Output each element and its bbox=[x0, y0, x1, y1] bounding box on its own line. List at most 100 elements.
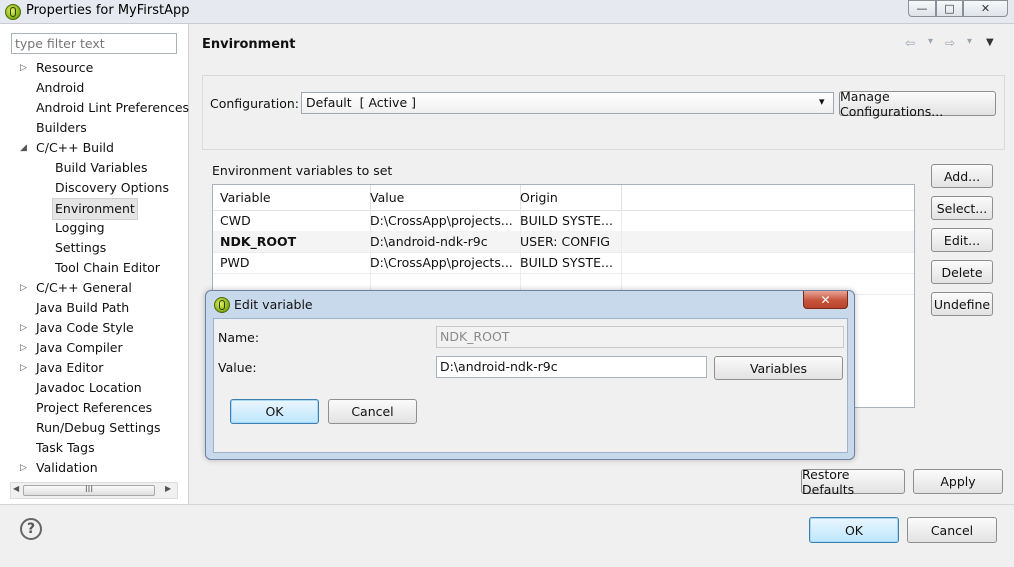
sidebar-item-label: Logging bbox=[55, 220, 105, 235]
sidebar-item-label: Build Variables bbox=[55, 160, 148, 175]
apply-button[interactable]: Apply bbox=[913, 469, 1003, 494]
sidebar-item-c-c-general[interactable]: ▷ C/C++ General bbox=[0, 278, 189, 298]
sidebar-item-build-variables[interactable]: Build Variables bbox=[0, 158, 189, 178]
name-label: Name: bbox=[218, 330, 260, 345]
title-bar: Properties for MyFirstApp — □ ✕ bbox=[0, 0, 1014, 24]
configuration-group: Configuration: Default [ Active ] ▾ Mana… bbox=[202, 75, 1005, 150]
sidebar-item-validation[interactable]: ▷ Validation bbox=[0, 458, 189, 478]
manage-configurations-button[interactable]: Manage Configurations... bbox=[839, 89, 996, 119]
cancel-button[interactable]: Cancel bbox=[907, 517, 997, 543]
cell-origin: BUILD SYSTE... bbox=[513, 210, 622, 231]
filter-input[interactable] bbox=[11, 33, 177, 54]
column-header-filler bbox=[614, 185, 914, 211]
env-vars-label: Environment variables to set bbox=[212, 163, 393, 178]
sidebar-item-label: Resource bbox=[36, 60, 94, 75]
scroll-right-icon[interactable]: ▶ bbox=[165, 484, 171, 493]
table-row-selected[interactable]: NDK_ROOT D:\android-ndk-r9c USER: CONFIG bbox=[213, 231, 914, 253]
sidebar-item-run-debug-settings[interactable]: Run/Debug Settings bbox=[0, 418, 189, 438]
undefine-button[interactable]: Undefine bbox=[931, 292, 993, 316]
column-header-value[interactable]: Value bbox=[363, 185, 521, 211]
minimize-button[interactable]: — bbox=[908, 0, 936, 17]
collapsed-arrow-icon[interactable]: ▷ bbox=[20, 358, 30, 378]
sidebar-item-java-build-path[interactable]: Java Build Path bbox=[0, 298, 189, 318]
dialog-app-icon bbox=[214, 297, 230, 313]
sidebar-item-android-lint-preferences[interactable]: Android Lint Preferences bbox=[0, 98, 189, 118]
sidebar-item-java-compiler[interactable]: ▷ Java Compiler bbox=[0, 338, 189, 358]
back-menu-icon[interactable]: ▾ bbox=[928, 36, 933, 47]
collapsed-arrow-icon[interactable]: ▷ bbox=[20, 318, 30, 338]
tree-horizontal-scrollbar[interactable]: ◀ III ▶ bbox=[10, 482, 178, 499]
sidebar-item-label: Java Compiler bbox=[36, 340, 123, 355]
sidebar-item-label: Java Editor bbox=[36, 360, 104, 375]
help-icon[interactable]: ? bbox=[20, 518, 42, 540]
sidebar-item-logging[interactable]: Logging bbox=[0, 218, 189, 238]
value-field[interactable]: D:\android-ndk-r9c bbox=[436, 356, 707, 378]
sidebar-item-label: Tool Chain Editor bbox=[55, 260, 160, 275]
scroll-grip-icon: III bbox=[85, 485, 93, 495]
scroll-left-icon[interactable]: ◀ bbox=[13, 484, 19, 493]
sidebar-item-project-references[interactable]: Project References bbox=[0, 398, 189, 418]
expanded-arrow-icon[interactable]: ◢ bbox=[20, 138, 30, 158]
delete-button[interactable]: Delete bbox=[931, 260, 993, 284]
chevron-down-icon: ▾ bbox=[819, 95, 825, 108]
page-title: Environment bbox=[202, 37, 296, 52]
sidebar-item-environment[interactable]: Environment bbox=[0, 198, 189, 220]
sidebar-item-discovery-options[interactable]: Discovery Options bbox=[0, 178, 189, 198]
sidebar-item-settings[interactable]: Settings bbox=[0, 238, 189, 258]
property-page-tree-panel: ▷ Resource Android Android Lint Preferences… bbox=[0, 24, 189, 504]
table-row[interactable]: CWD D:\CrossApp\projects... BUILD SYSTE.… bbox=[213, 210, 914, 232]
dialog-cancel-button[interactable]: Cancel bbox=[328, 399, 417, 424]
collapsed-arrow-icon[interactable]: ▷ bbox=[20, 58, 30, 78]
sidebar-item-label: Run/Debug Settings bbox=[36, 420, 161, 435]
table-row[interactable]: PWD D:\CrossApp\projects... BUILD SYSTE.… bbox=[213, 252, 914, 274]
sidebar-item-c-c-build[interactable]: ◢ C/C++ Build bbox=[0, 138, 189, 158]
cell-value: D:\android-ndk-r9c bbox=[363, 231, 521, 252]
edit-button[interactable]: Edit... bbox=[931, 228, 993, 252]
cell-value: D:\CrossApp\projects... bbox=[363, 210, 521, 231]
sidebar-item-builders[interactable]: Builders bbox=[0, 118, 189, 138]
back-icon[interactable]: ⇦ bbox=[905, 36, 915, 50]
sidebar-item-label: Android Lint Preferences bbox=[36, 100, 190, 115]
column-header-origin[interactable]: Origin bbox=[513, 185, 622, 211]
scroll-thumb[interactable]: III bbox=[23, 485, 155, 496]
collapsed-arrow-icon[interactable]: ▷ bbox=[20, 338, 30, 358]
configuration-select[interactable]: Default [ Active ] ▾ bbox=[301, 92, 834, 114]
add-button[interactable]: Add... bbox=[931, 164, 993, 188]
name-field: NDK_ROOT bbox=[436, 326, 844, 348]
sidebar-item-label: Environment bbox=[52, 198, 138, 220]
column-header-variable[interactable]: Variable bbox=[213, 185, 371, 211]
sidebar-item-label: Java Build Path bbox=[36, 300, 130, 315]
cell-origin: BUILD SYSTE... bbox=[513, 252, 622, 273]
collapsed-arrow-icon[interactable]: ▷ bbox=[20, 458, 30, 478]
edit-variable-dialog: Edit variable ✕ Name: NDK_ROOT Value: D:… bbox=[205, 290, 855, 460]
ok-button[interactable]: OK bbox=[809, 517, 899, 543]
forward-icon[interactable]: ⇨ bbox=[945, 36, 955, 50]
sidebar-item-java-editor[interactable]: ▷ Java Editor bbox=[0, 358, 189, 378]
configuration-select-value: Default [ Active ] bbox=[306, 95, 416, 110]
sidebar-item-task-tags[interactable]: Task Tags bbox=[0, 438, 189, 458]
sidebar-item-android[interactable]: Android bbox=[0, 78, 189, 98]
view-menu-icon[interactable]: ▼ bbox=[986, 37, 994, 48]
sidebar-item-label: Discovery Options bbox=[55, 180, 169, 195]
select-button[interactable]: Select... bbox=[931, 196, 993, 220]
dialog-body: Name: NDK_ROOT Value: D:\android-ndk-r9c… bbox=[213, 318, 848, 453]
maximize-button[interactable]: □ bbox=[936, 0, 963, 17]
sidebar-item-label: C/C++ Build bbox=[36, 140, 114, 155]
sidebar-item-tool-chain-editor[interactable]: Tool Chain Editor bbox=[0, 258, 189, 278]
sidebar-item-resource[interactable]: ▷ Resource bbox=[0, 58, 189, 78]
cell-value: D:\CrossApp\projects... bbox=[363, 252, 521, 273]
forward-menu-icon[interactable]: ▾ bbox=[967, 36, 972, 47]
dialog-ok-button[interactable]: OK bbox=[230, 399, 319, 424]
cell-variable: PWD bbox=[213, 252, 371, 273]
restore-defaults-button[interactable]: Restore Defaults bbox=[801, 467, 905, 497]
dialog-title: Edit variable bbox=[234, 297, 313, 312]
sidebar-item-label: Validation bbox=[36, 460, 98, 475]
collapsed-arrow-icon[interactable]: ▷ bbox=[20, 278, 30, 298]
sidebar-item-label: Task Tags bbox=[36, 440, 95, 455]
sidebar-item-java-code-style[interactable]: ▷ Java Code Style bbox=[0, 318, 189, 338]
close-button[interactable]: ✕ bbox=[963, 0, 1008, 17]
sidebar-item-javadoc-location[interactable]: Javadoc Location bbox=[0, 378, 189, 398]
sidebar-item-label: Android bbox=[36, 80, 85, 95]
dialog-close-button[interactable]: ✕ bbox=[803, 291, 848, 309]
variables-button[interactable]: Variables bbox=[714, 356, 843, 380]
